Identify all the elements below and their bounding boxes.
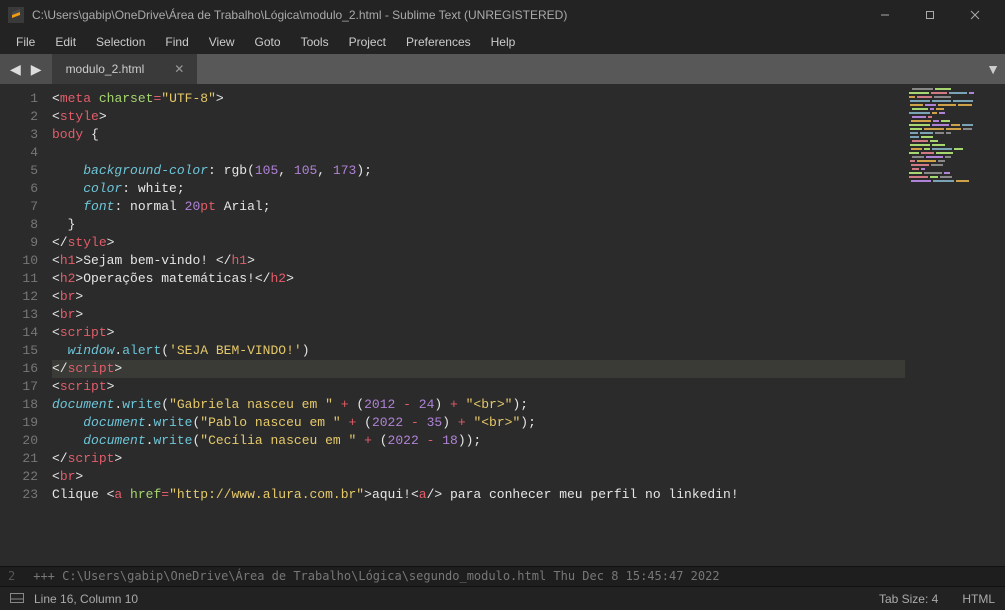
tab-close-icon[interactable]: ✕	[174, 62, 184, 76]
menu-tools[interactable]: Tools	[291, 32, 339, 52]
menu-edit[interactable]: Edit	[45, 32, 86, 52]
menu-view[interactable]: View	[199, 32, 245, 52]
status-cursor[interactable]: Line 16, Column 10	[34, 592, 138, 606]
gutter: 1234567891011121314151617181920212223	[0, 84, 52, 566]
console-panel[interactable]: 2 +++ C:\Users\gabip\OneDrive\Área de Tra…	[0, 566, 1005, 586]
window-controls	[862, 0, 997, 30]
status-indent[interactable]: Tab Size: 4	[879, 592, 938, 606]
titlebar: C:\Users\gabip\OneDrive\Área de Trabalho…	[0, 0, 1005, 30]
tab-nav-forward-icon[interactable]: ▶	[31, 61, 42, 78]
panel-switch-icon[interactable]	[10, 592, 24, 606]
tab-nav-back-icon[interactable]: ◀	[10, 61, 21, 78]
maximize-button[interactable]	[907, 0, 952, 30]
close-button[interactable]	[952, 0, 997, 30]
menu-goto[interactable]: Goto	[245, 32, 291, 52]
menu-find[interactable]: Find	[155, 32, 198, 52]
status-syntax[interactable]: HTML	[962, 592, 995, 606]
tab-nav: ◀ ▶	[0, 54, 52, 84]
console-text: +++ C:\Users\gabip\OneDrive\Área de Trab…	[33, 569, 719, 583]
tabbar: ◀ ▶ modulo_2.html ✕ ▼	[0, 54, 1005, 84]
menu-file[interactable]: File	[6, 32, 45, 52]
tab-label: modulo_2.html	[66, 62, 145, 76]
menu-help[interactable]: Help	[481, 32, 526, 52]
menu-preferences[interactable]: Preferences	[396, 32, 481, 52]
window-title: C:\Users\gabip\OneDrive\Área de Trabalho…	[32, 8, 862, 22]
tab-modulo-2[interactable]: modulo_2.html ✕	[52, 54, 197, 84]
minimize-button[interactable]	[862, 0, 907, 30]
tab-empty-area[interactable]	[197, 54, 981, 84]
console-line-num: 2	[8, 569, 15, 583]
statusbar: Line 16, Column 10 Tab Size: 4 HTML	[0, 586, 1005, 610]
menubar: File Edit Selection Find View Goto Tools…	[0, 30, 1005, 54]
menu-selection[interactable]: Selection	[86, 32, 155, 52]
editor[interactable]: 1234567891011121314151617181920212223 <m…	[0, 84, 1005, 566]
menu-project[interactable]: Project	[339, 32, 396, 52]
sublime-icon	[8, 7, 24, 23]
tab-overflow-icon[interactable]: ▼	[981, 54, 1005, 84]
code-area[interactable]: <meta charset="UTF-8"><style>body { back…	[52, 84, 905, 566]
minimap[interactable]	[905, 84, 1005, 566]
